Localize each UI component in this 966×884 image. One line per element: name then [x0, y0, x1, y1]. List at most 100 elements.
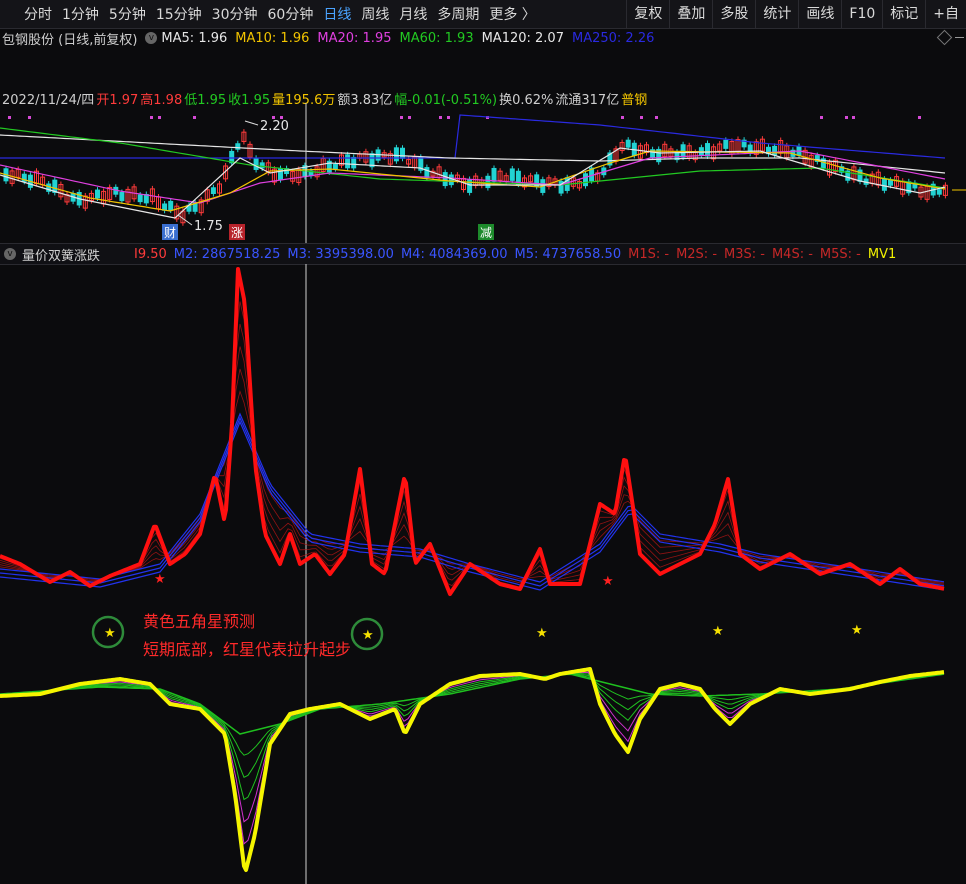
minimize-icon[interactable]	[955, 37, 964, 38]
candle-body	[393, 147, 399, 162]
indicator-value-3: M4: 4084369.00	[400, 246, 508, 262]
indicator-name: 量价双簧涨跌	[22, 248, 101, 264]
candle-body	[881, 178, 887, 191]
yellow-star-2: ★	[536, 626, 548, 641]
indicator-value-7: M3S: -	[724, 246, 765, 262]
marker-dot	[439, 116, 442, 119]
red-fan-line	[0, 346, 945, 586]
tab-10[interactable]: 更多 〉	[489, 4, 535, 24]
ma-value-2: MA20: 1.95	[317, 30, 392, 46]
candle-body	[351, 156, 357, 169]
tab-4[interactable]: 30分钟	[212, 4, 258, 24]
candle-body	[210, 187, 216, 195]
yellow-star-0: ★	[104, 626, 116, 641]
candle-body	[235, 143, 241, 150]
annotation-line1: 黄色五角星预测	[143, 612, 256, 631]
tool-button-2[interactable]: 多股	[712, 0, 755, 28]
ma-value-0: MA5: 1.96	[161, 30, 228, 46]
candle-body	[259, 162, 265, 169]
indicator-value-1: M2: 2867518.25	[173, 246, 281, 262]
yellow-main-line	[0, 667, 945, 872]
event-badge-text-2: 减	[480, 226, 492, 240]
candle-body	[625, 139, 631, 148]
marker-dot	[28, 116, 31, 119]
yellow-star-3: ★	[712, 624, 724, 639]
tab-3[interactable]: 15分钟	[156, 4, 202, 24]
candle-body	[888, 179, 893, 186]
marker-dot	[447, 116, 450, 119]
tool-buttons: 复权 叠加 多股 统计 画线 F10 标记 +自	[626, 0, 966, 28]
indicator-values: I9.50 M2: 2867518.25 M3: 3395398.00 M4: 408…	[134, 247, 903, 262]
indicator-value-9: M5S: -	[819, 246, 861, 262]
low-price-label: 1.75	[194, 219, 223, 234]
marker-dot	[400, 116, 403, 119]
candlestick-chart[interactable]: 2.20 1.75 财 涨 减	[0, 103, 966, 243]
ma-info-bar: 包钢股份 (日线,前复权) v MA5: 1.96 MA10: 1.96 MA20:…	[0, 28, 966, 48]
tool-button-5[interactable]: F10	[841, 0, 882, 28]
candle-body	[705, 143, 710, 157]
fan-line	[0, 671, 945, 823]
yellow-star-1: ★	[362, 628, 374, 643]
candle-body	[400, 147, 405, 159]
indicator-value-6: M2S: -	[676, 246, 718, 262]
collapse-indicator-icon[interactable]: v	[4, 248, 16, 260]
marker-dot	[640, 116, 643, 119]
marker-dot	[918, 116, 921, 119]
tab-9[interactable]: 多周期	[437, 4, 479, 24]
event-badge-text-1: 涨	[231, 225, 243, 240]
ma-value-4: MA120: 2.07	[481, 30, 564, 46]
candle-body	[332, 163, 338, 170]
candle-body	[491, 167, 497, 182]
tool-button-3[interactable]: 统计	[755, 0, 798, 28]
marker-dot	[8, 116, 11, 119]
indicator-value-8: M4S: -	[771, 246, 813, 262]
tab-0[interactable]: 分时	[24, 4, 52, 24]
candle-body	[119, 192, 125, 202]
candle-body	[137, 194, 143, 203]
marker-dot	[621, 116, 624, 119]
candle-body	[936, 189, 942, 195]
tab-7[interactable]: 周线	[361, 4, 389, 24]
indicator-value-10: MV1	[867, 246, 897, 262]
marker-dot	[158, 116, 161, 119]
tool-button-1[interactable]: 叠加	[669, 0, 712, 28]
candle-body	[448, 174, 454, 186]
red-fan-line	[0, 368, 945, 585]
indicator-value-0: I9.50	[134, 246, 167, 262]
candle-body	[168, 200, 174, 211]
ma-value-3: MA60: 1.93	[399, 30, 474, 46]
tool-button-7[interactable]: +自	[925, 0, 966, 28]
period-tabs: 分时 1分钟 5分钟 15分钟 30分钟 60分钟 日线 周线 月线 多周期 更多 〉	[24, 0, 546, 28]
high-leader	[244, 120, 259, 126]
candle-body	[485, 175, 491, 189]
candle-body	[442, 172, 448, 187]
yellow-star-4: ★	[851, 623, 863, 638]
red-star-1: ★	[602, 574, 614, 589]
indicator-chart[interactable]: ★ ★ ★ ★ ★ ★ ★	[0, 264, 966, 884]
tool-button-0[interactable]: 复权	[626, 0, 669, 28]
event-badge-text-0: 财	[164, 226, 176, 240]
tab-6[interactable]: 日线	[323, 4, 351, 24]
red-fan-line	[0, 301, 945, 588]
collapse-icon[interactable]: v	[145, 32, 158, 44]
tool-button-4[interactable]: 画线	[798, 0, 841, 28]
marker-dot	[150, 116, 153, 119]
red-star-0: ★	[154, 572, 166, 587]
ma-values: MA5: 1.96 MA10: 1.96 MA20: 1.95 MA60: 1.93 M…	[161, 31, 662, 46]
marker-dot	[852, 116, 855, 119]
annotation-line2: 短期底部，红星代表拉升起步	[143, 640, 352, 659]
red-fan-line	[0, 323, 945, 587]
candle-body	[253, 157, 259, 170]
indicator-value-2: M3: 3395398.00	[287, 246, 394, 262]
tab-2[interactable]: 5分钟	[109, 4, 146, 24]
tool-button-6[interactable]: 标记	[882, 0, 925, 28]
candle-body	[509, 168, 515, 181]
red-main-line	[0, 267, 945, 596]
tab-1[interactable]: 1分钟	[62, 4, 99, 24]
marker-dot	[820, 116, 823, 119]
tab-5[interactable]: 60分钟	[268, 4, 314, 24]
high-price-label: 2.20	[260, 119, 289, 134]
candle-body	[723, 139, 729, 149]
tab-8[interactable]: 月线	[399, 4, 427, 24]
marker-dot	[845, 116, 848, 119]
